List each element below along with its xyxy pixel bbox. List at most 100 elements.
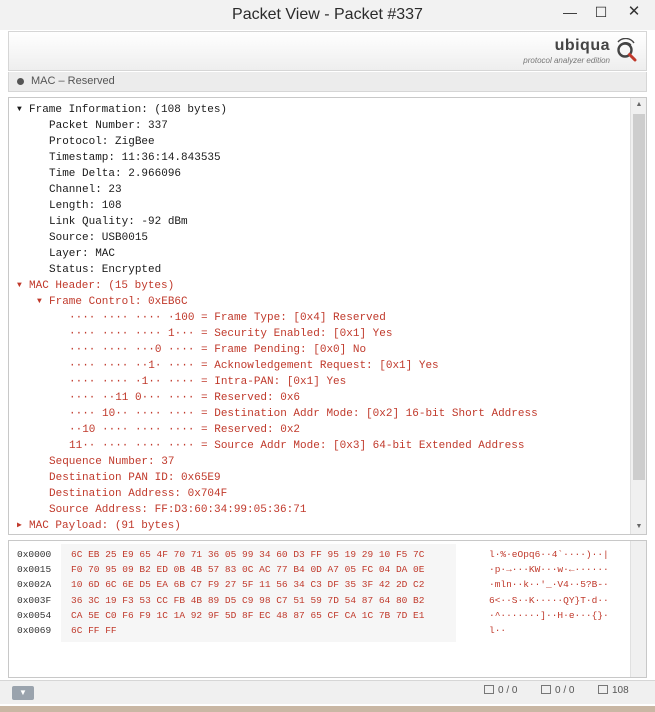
- selection-status-bar: MAC – Reserved: [8, 72, 647, 92]
- hex-byte-row[interactable]: 36 3C 19 F3 53 CC FB 4B 89 D5 C9 98 C7 5…: [71, 593, 456, 608]
- selection-icon: [484, 685, 494, 694]
- tree-row[interactable]: ···· ···· ···· 1··· = Security Enabled: …: [69, 326, 392, 342]
- selection-status-text: MAC – Reserved: [31, 75, 115, 87]
- tree-row-label: Protocol: ZigBee: [49, 136, 155, 148]
- tree-row-label: ···· ···· ···· ·100 = Frame Type: [0x4] …: [69, 312, 386, 324]
- tree-row[interactable]: Protocol: ZigBee: [49, 134, 155, 150]
- tree-row[interactable]: ▼ MAC Header: (15 bytes): [17, 278, 174, 294]
- tree-row[interactable]: ▼ Frame Control: 0xEB6C: [37, 294, 188, 310]
- tree-row[interactable]: ▼ Frame Information: (108 bytes): [17, 102, 227, 118]
- tree-row[interactable]: Destination Address: 0x704F: [49, 486, 227, 502]
- hex-vertical-scrollbar[interactable]: [630, 541, 646, 677]
- tree-row[interactable]: ···· ··11 0··· ···· = Reserved: 0x6: [69, 390, 300, 406]
- tree-row-label: Channel: 23: [49, 184, 122, 196]
- tree-row[interactable]: Link Quality: -92 dBm: [49, 214, 188, 230]
- tree-row-label: Destination Address: 0x704F: [49, 488, 228, 500]
- tree-row-label: ···· 10·· ···· ···· = Destination Addr M…: [69, 408, 538, 420]
- tree-row-label: ···· ··11 0··· ···· = Reserved: 0x6: [69, 392, 301, 404]
- hex-byte-row[interactable]: F0 70 95 09 B2 ED 0B 4B 57 83 0C AC 77 B…: [71, 562, 456, 577]
- hex-offset: 0x0000: [17, 549, 52, 560]
- brand-name: ubiqua: [554, 37, 610, 54]
- tree-row-label: ···· ···· ·1·· ···· = Intra-PAN: [0x1] Y…: [69, 376, 347, 388]
- ubiqua-logo-icon: [617, 38, 637, 62]
- tree-row[interactable]: ▶ MAC Payload: (91 bytes): [17, 518, 181, 534]
- status-dot-icon: [17, 78, 24, 85]
- tree-row[interactable]: ···· ···· ···0 ···· = Frame Pending: [0x…: [69, 342, 366, 358]
- tree-row-label: Source Address: FF:D3:60:34:99:05:36:71: [49, 504, 307, 516]
- tree-row-label: Frame Control: 0xEB6C: [49, 296, 188, 308]
- tree-row-label: ···· ···· ···0 ···· = Frame Pending: [0x…: [69, 344, 367, 356]
- tree-row[interactable]: Source Address: FF:D3:60:34:99:05:36:71: [49, 502, 306, 518]
- scroll-down-arrow-icon[interactable]: ▼: [631, 520, 646, 534]
- collapse-arrow-icon[interactable]: ▼: [17, 102, 29, 118]
- bookmark-counter: 0 / 0: [541, 685, 574, 696]
- tree-row-label: Destination PAN ID: 0x65E9: [49, 472, 221, 484]
- tree-row[interactable]: Timestamp: 11:36:14.843535: [49, 150, 221, 166]
- tree-row-label: 11·· ···· ···· ···· = Source Addr Mode: …: [69, 440, 525, 452]
- collapse-arrow-icon[interactable]: ▼: [17, 278, 29, 294]
- tree-row-label: Layer: MAC: [49, 248, 116, 260]
- tree-row-label: Time Delta: 2.966096: [49, 168, 182, 180]
- hex-ascii[interactable]: l·%·eOpq6··4`····)··| ·p·→···KW···w·←····…: [489, 547, 609, 638]
- tree-row-label: Link Quality: -92 dBm: [49, 216, 188, 228]
- tree-row[interactable]: ···· ···· ··1· ···· = Acknowledgement Re…: [69, 358, 439, 374]
- tree-row-label: ···· ···· ··1· ···· = Acknowledgement Re…: [69, 360, 439, 372]
- tree-row[interactable]: Source: USB0015: [49, 230, 148, 246]
- hex-ascii-row[interactable]: l·%·eOpq6··4`····)··|: [489, 547, 609, 562]
- tree-row[interactable]: ···· 10·· ···· ···· = Destination Addr M…: [69, 406, 538, 422]
- tree-row-label: Length: 108: [49, 200, 122, 212]
- hex-byte-row[interactable]: 6C EB 25 E9 65 4F 70 71 36 05 99 34 60 D…: [71, 547, 456, 562]
- tree-row[interactable]: Sequence Number: 37: [49, 454, 174, 470]
- byte-counter: 108: [598, 685, 629, 696]
- tree-row-label: Packet Number: 337: [49, 120, 168, 132]
- window-bottom-edge: [0, 706, 655, 712]
- collapse-arrow-icon[interactable]: ▼: [37, 294, 49, 310]
- maximize-button[interactable]: ☐: [587, 2, 615, 24]
- packet-detail-tree[interactable]: ▼ Frame Information: (108 bytes) Packet Nu…: [8, 97, 647, 535]
- tree-row-label: Source: USB0015: [49, 232, 149, 244]
- tree-row[interactable]: ···· ···· ·1·· ···· = Intra-PAN: [0x1] Y…: [69, 374, 346, 390]
- dropdown-menu-button[interactable]: ▼: [12, 686, 34, 700]
- tree-row[interactable]: 11·· ···· ···· ···· = Source Addr Mode: …: [69, 438, 524, 454]
- bytes-icon: [598, 685, 608, 694]
- tree-row[interactable]: Status: Encrypted: [49, 262, 161, 278]
- hex-ascii-row[interactable]: l··: [489, 623, 609, 638]
- hex-ascii-row[interactable]: ·mln··k··'_·V4··5?B-·: [489, 577, 609, 592]
- bookmark-icon: [541, 685, 551, 694]
- scroll-thumb[interactable]: [633, 114, 645, 480]
- close-button[interactable]: ✕: [618, 2, 650, 24]
- brand-header: ubiqua protocol analyzer edition: [8, 31, 647, 71]
- minimize-button[interactable]: —: [556, 2, 584, 24]
- tree-row[interactable]: Packet Number: 337: [49, 118, 168, 134]
- tree-row[interactable]: Length: 108: [49, 198, 122, 214]
- expand-arrow-icon[interactable]: ▶: [17, 518, 29, 534]
- tree-row[interactable]: ··10 ···· ···· ···· = Reserved: 0x2: [69, 422, 300, 438]
- hex-offset: 0x003F: [17, 594, 52, 606]
- tree-vertical-scrollbar[interactable]: ▲ ▼: [630, 98, 646, 534]
- tree-row[interactable]: Destination PAN ID: 0x65E9: [49, 470, 221, 486]
- hex-bytes[interactable]: 6C EB 25 E9 65 4F 70 71 36 05 99 34 60 D…: [61, 544, 456, 642]
- tree-row-label: Timestamp: 11:36:14.843535: [49, 152, 221, 164]
- tree-row[interactable]: Time Delta: 2.966096: [49, 166, 181, 182]
- tree-row[interactable]: ···· ···· ···· ·100 = Frame Type: [0x4] …: [69, 310, 386, 326]
- tree-row-label: MAC Payload: (91 bytes): [29, 520, 181, 532]
- tree-row[interactable]: Layer: MAC: [49, 246, 115, 262]
- hex-byte-row[interactable]: 10 6D 6C 6E D5 EA 6B C7 F9 27 5F 11 56 3…: [71, 577, 456, 592]
- hex-ascii-row[interactable]: ·p·→···KW···w·←······: [489, 562, 609, 577]
- tree-row[interactable]: Channel: 23: [49, 182, 122, 198]
- scroll-up-arrow-icon[interactable]: ▲: [631, 98, 646, 112]
- hex-offset: 0x0054: [17, 609, 52, 621]
- hex-ascii-row[interactable]: ·^·······]··H·e···{}·: [489, 608, 609, 623]
- selection-counter: 0 / 0: [484, 685, 517, 696]
- window-titlebar: Packet View - Packet #337 — ☐ ✕: [0, 0, 655, 30]
- tree-row-label: Status: Encrypted: [49, 264, 162, 276]
- tree-row-label: Sequence Number: 37: [49, 456, 175, 468]
- hex-byte-row[interactable]: 6C FF FF: [71, 623, 456, 638]
- bottom-toolbar: ▼ 0 / 0 0 / 0 108: [0, 680, 655, 704]
- hex-byte-row[interactable]: CA 5E C0 F6 F9 1C 1A 92 9F 5D 8F EC 48 8…: [71, 608, 456, 623]
- hex-offset: 0x002A: [17, 579, 52, 591]
- tree-row-label: MAC Header: (15 bytes): [29, 280, 175, 292]
- hex-dump-panel[interactable]: 0x0000 0x0015 0x002A 0x003F 0x0054 0x0069 6C …: [8, 540, 647, 678]
- hex-ascii-row[interactable]: 6<··S··K·····QY}T·d··: [489, 593, 609, 608]
- brand-subtitle: protocol analyzer edition: [523, 56, 610, 65]
